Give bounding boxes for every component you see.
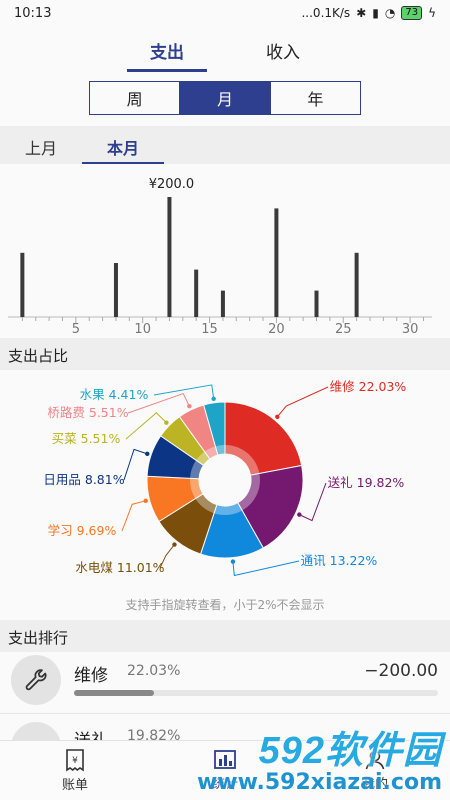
pie-slice-label: 桥路费 5.51%: [47, 405, 128, 420]
bar: [220, 290, 225, 317]
signal-icon: ▮: [372, 6, 379, 20]
pie-hint: 支持手指旋转查看，小于2%不会显示: [125, 598, 325, 612]
rank-category: 维修: [74, 666, 108, 686]
nav-bill-label: 账单: [61, 778, 88, 793]
pie-slice-label: 送礼 19.82%: [328, 475, 405, 490]
nav-mine-label: 我的: [361, 777, 388, 792]
status-bar: 10:13 ...0.1K/s ✱ ▮ ◔ 73 ϟ: [0, 0, 450, 26]
pie-slice-label: 日用品 8.81%: [43, 472, 124, 487]
rank-percent: 22.03%: [127, 663, 181, 679]
rank-progress-fill: [74, 690, 155, 696]
x-tick-label: 10: [134, 322, 151, 337]
pie-leader-dot: [145, 451, 150, 457]
bar: [167, 197, 172, 317]
pie-chart-area[interactable]: 维修 22.03% 送礼 19.82% 通讯 13.22% 水电煤 11.01% 学习 …: [0, 370, 450, 620]
pie-chart-svg: 维修 22.03% 送礼 19.82% 通讯 13.22% 水电煤 11.01% 学习 …: [43, 379, 407, 577]
tab-last-month[interactable]: 上月: [0, 126, 82, 164]
ranking-list: 维修 22.03% −200.00 送礼 19.82%: [0, 652, 450, 742]
bar: [354, 252, 359, 317]
pie-leader-line: [153, 384, 215, 399]
pie-leader-dot: [275, 414, 280, 420]
pie-leader-dot: [172, 542, 177, 547]
pie-leader-dot: [297, 512, 302, 517]
section-rank-header: 支出排行: [0, 620, 450, 652]
wifi-icon: ◔: [384, 6, 396, 20]
bar-chart-svg: 5 10 15 20 25 30 ¥200.0: [8, 177, 432, 337]
bar: [20, 252, 25, 317]
pie-slice-label: 水果 4.41%: [80, 387, 149, 402]
section-ratio-header: 支出占比: [0, 338, 450, 370]
pie-leader-line: [125, 412, 167, 440]
pie-hole: [199, 454, 251, 506]
period-week[interactable]: 周: [90, 82, 181, 114]
x-tick-label: 30: [402, 322, 419, 337]
month-tabs: 上月 本月: [0, 126, 450, 165]
status-indicators: ...0.1K/s ✱ ▮ ◔ 73 ϟ: [301, 6, 436, 20]
period-year[interactable]: 年: [271, 82, 360, 114]
nav-stats[interactable]: 统计: [150, 741, 300, 800]
network-speed: ...0.1K/s: [301, 6, 351, 20]
pie-leader-line: [121, 500, 146, 532]
svg-text:¥: ¥: [72, 756, 78, 766]
period-selector: 周 月 年: [89, 81, 361, 115]
type-tabs: 支出 收入: [0, 26, 450, 76]
x-tick-label: 5: [72, 322, 80, 337]
pie-slice-label: 水电煤 11.01%: [75, 560, 164, 575]
rank-row[interactable]: 维修 22.03% −200.00: [0, 652, 450, 714]
pie-slice-label: 通讯 13.22%: [301, 553, 378, 568]
pie-leader-dot: [211, 396, 216, 401]
charging-icon: ϟ: [428, 6, 436, 20]
rank-amount: −200.00: [364, 661, 438, 681]
x-tick-label: 20: [268, 322, 285, 337]
pie-slice-label: 维修 22.03%: [330, 379, 407, 394]
pie-leader-line: [232, 560, 300, 577]
tab-expense[interactable]: 支出: [127, 26, 207, 76]
chart-icon: [214, 750, 236, 769]
bottom-navigation: ¥ 账单 统计 我的: [0, 740, 450, 800]
nav-stats-label: 统计: [211, 777, 238, 792]
pie-leader-line: [276, 386, 329, 418]
tab-this-month[interactable]: 本月: [82, 126, 164, 165]
pie-slice-label: 学习 9.69%: [48, 523, 117, 538]
status-time: 10:13: [14, 5, 52, 21]
pie-leader-line: [299, 482, 327, 522]
bar: [113, 263, 118, 317]
tab-income[interactable]: 收入: [243, 26, 323, 76]
nav-mine[interactable]: 我的: [300, 741, 450, 800]
period-selector-wrap: 周 月 年: [0, 76, 450, 126]
pie-leader-dot: [187, 403, 192, 409]
rank-row[interactable]: 送礼 19.82%: [0, 714, 450, 742]
bluetooth-icon: ✱: [356, 6, 367, 20]
battery-icon: 73: [401, 6, 423, 20]
x-tick-label: 15: [201, 322, 218, 337]
bar: [314, 290, 319, 317]
pie-leader-dot: [143, 498, 148, 504]
daily-bar-chart[interactable]: 5 10 15 20 25 30 ¥200.0: [0, 164, 450, 338]
receipt-icon: ¥: [66, 749, 84, 772]
pie-leader-dot: [164, 420, 169, 425]
user-icon: [365, 750, 385, 770]
wrench-icon: [11, 655, 61, 705]
period-month[interactable]: 月: [180, 82, 271, 114]
max-value-label: ¥200.0: [149, 177, 195, 192]
bar: [274, 208, 279, 317]
pie-leader-dot: [230, 559, 236, 564]
pie-leader-line: [123, 448, 148, 481]
bar: [194, 269, 199, 317]
rank-progress-bar: [74, 690, 438, 696]
x-tick-label: 25: [335, 322, 352, 337]
nav-bill[interactable]: ¥ 账单: [0, 741, 150, 800]
gift-icon: [11, 722, 61, 742]
pie-slice-label: 买菜 5.51%: [52, 431, 121, 446]
